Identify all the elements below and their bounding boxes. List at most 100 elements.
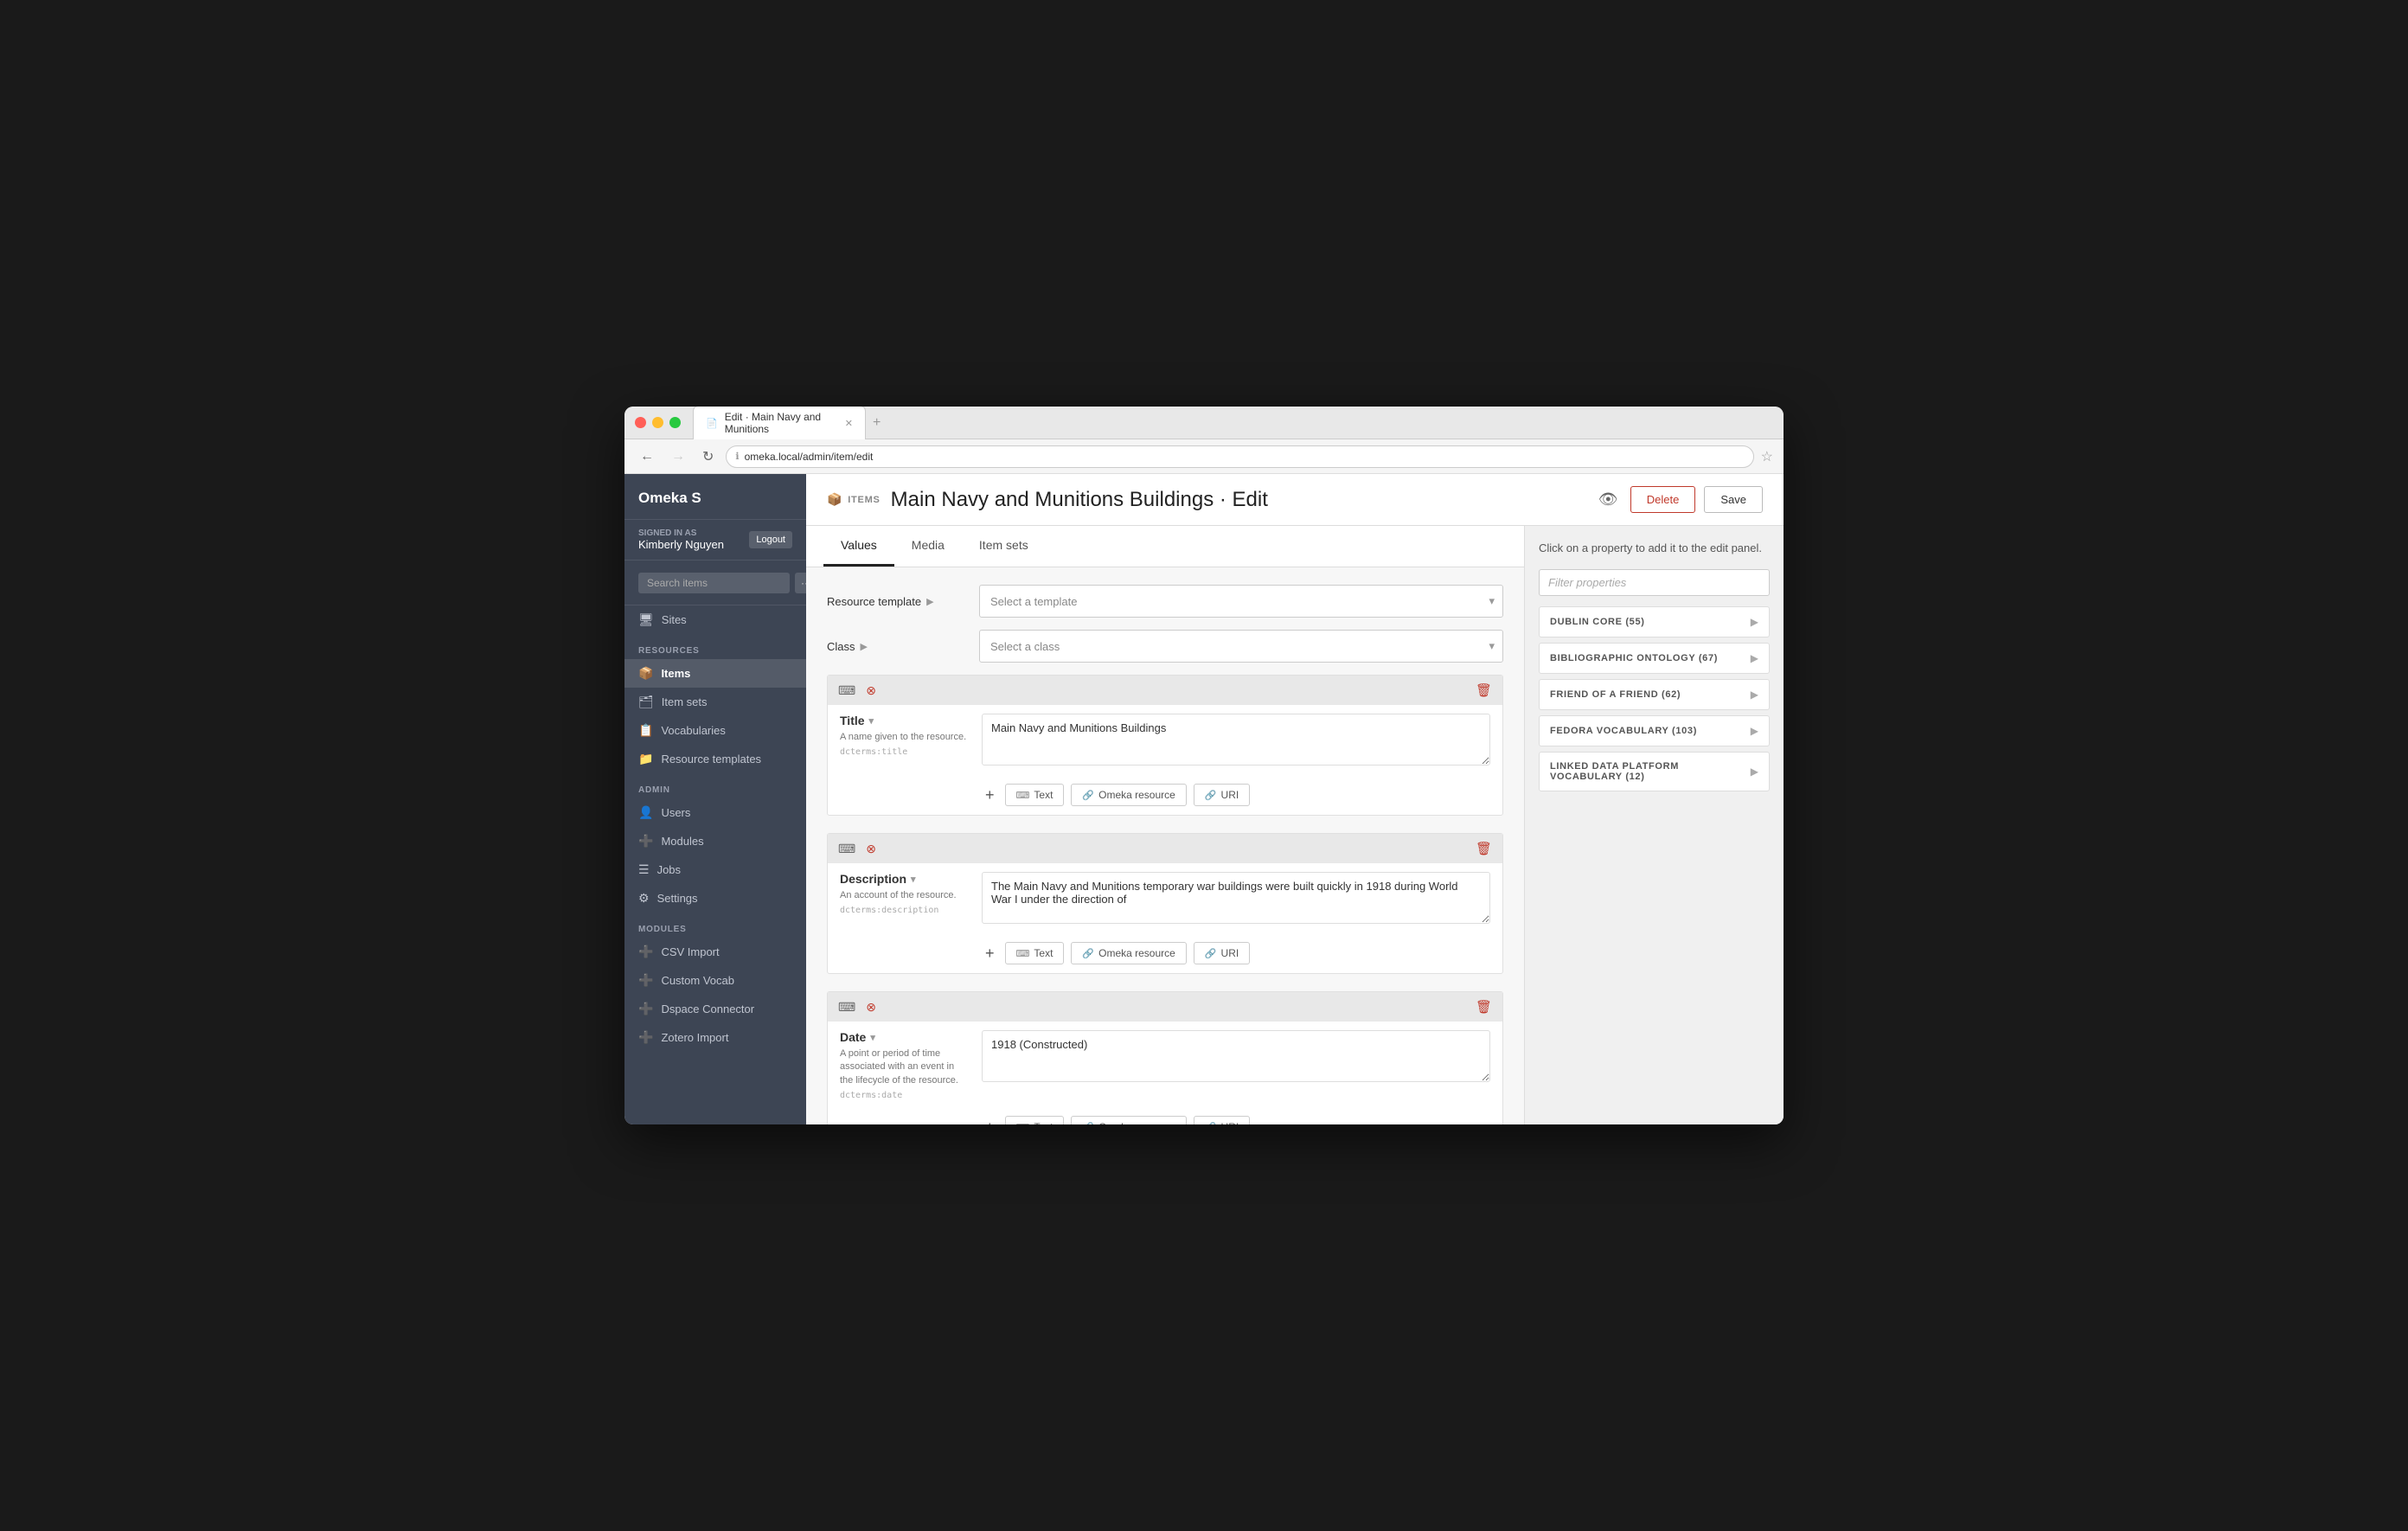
modules-icon: ➕ <box>638 834 653 849</box>
property-content-2: Date ▾ A point or period of time associa… <box>828 1022 1502 1109</box>
property-add-omeka-1[interactable]: 🔗 Omeka resource <box>1071 942 1186 964</box>
modules-section-label: MODULES <box>624 913 806 938</box>
sidebar-item-zotero-label: Zotero Import <box>661 1031 728 1044</box>
property-name-2: Date ▾ <box>840 1030 970 1044</box>
minimize-button[interactable] <box>652 417 663 428</box>
sidebar-item-sites[interactable]: 🖥 Sites <box>624 605 806 634</box>
property-private-icon-2[interactable]: ⊗ <box>864 998 878 1016</box>
sidebar-item-modules[interactable]: ➕ Modules <box>624 827 806 855</box>
tab-values[interactable]: Values <box>823 526 894 567</box>
sidebar-item-dspace[interactable]: ➕ Dspace Connector <box>624 995 806 1023</box>
property-keyboard-icon-1[interactable]: ⌨ <box>836 840 857 858</box>
property-add-uri-1[interactable]: 🔗 URI <box>1194 942 1250 964</box>
property-add-text-2[interactable]: ⌨ Text <box>1005 1116 1065 1124</box>
property-content-1: Description ▾ An account of the resource… <box>828 863 1502 935</box>
logout-button[interactable]: Logout <box>749 531 792 548</box>
page-header-actions: 👁 Delete Save <box>1595 486 1763 513</box>
property-name-arrow-icon-1: ▾ <box>911 874 916 885</box>
sidebar-item-jobs[interactable]: ☰ Jobs <box>624 855 806 884</box>
resource-template-arrow-icon: ▶ <box>926 596 933 607</box>
property-meta-0: Title ▾ A name given to the resource. dc… <box>840 714 970 757</box>
back-button[interactable]: ← <box>635 445 659 468</box>
close-button[interactable] <box>635 417 646 428</box>
sidebar-item-resource-templates-label: Resource templates <box>661 753 761 766</box>
search-options-button[interactable]: ··· <box>795 573 806 593</box>
ontology-item-2[interactable]: FRIEND OF A FRIEND (62) ▶ <box>1539 679 1770 710</box>
item-sets-icon: 🗂 <box>638 695 654 709</box>
property-delete-icon-2[interactable]: 🗑 <box>1474 997 1494 1016</box>
titlebar: 📄 Edit · Main Navy and Munitions ✕ + <box>624 407 1784 439</box>
ontology-item-3[interactable]: FEDORA VOCABULARY (103) ▶ <box>1539 715 1770 746</box>
delete-button[interactable]: Delete <box>1630 486 1696 513</box>
property-textarea-2[interactable]: 1918 (Constructed) <box>982 1030 1490 1082</box>
uri-icon-0: 🔗 <box>1205 790 1217 801</box>
browser-tab-bar: 📄 Edit · Main Navy and Munitions ✕ + <box>693 407 1773 439</box>
property-add-omeka-2[interactable]: 🔗 Omeka resource <box>1071 1116 1186 1124</box>
property-add-omeka-0[interactable]: 🔗 Omeka resource <box>1071 784 1186 806</box>
address-text: omeka.local/admin/item/edit <box>745 451 874 463</box>
ontology-item-0[interactable]: DUBLIN CORE (55) ▶ <box>1539 606 1770 637</box>
class-label: Class ▶ <box>827 640 965 653</box>
sidebar-item-users[interactable]: 👤 Users <box>624 798 806 827</box>
property-value-area-1: The Main Navy and Munitions temporary wa… <box>982 872 1490 926</box>
sidebar-item-resource-templates[interactable]: 📁 Resource templates <box>624 745 806 773</box>
sidebar-item-item-sets[interactable]: 🗂 Item sets <box>624 688 806 716</box>
ontology-label-2: FRIEND OF A FRIEND (62) <box>1550 689 1681 700</box>
fullscreen-button[interactable] <box>669 417 681 428</box>
resource-template-select[interactable]: Select a template <box>979 585 1503 618</box>
resource-templates-icon: 📁 <box>638 752 653 766</box>
property-textarea-0[interactable]: Main Navy and Munitions Buildings <box>982 714 1490 766</box>
sidebar-item-zotero[interactable]: ➕ Zotero Import <box>624 1023 806 1052</box>
property-add-row-2: + ⌨ Text 🔗 Omeka resource 🔗 URI <box>828 1109 1502 1124</box>
property-add-text-1[interactable]: ⌨ Text <box>1005 942 1065 964</box>
tab-item-sets[interactable]: Item sets <box>962 526 1046 567</box>
property-textarea-1[interactable]: The Main Navy and Munitions temporary wa… <box>982 872 1490 924</box>
property-add-uri-0[interactable]: 🔗 URI <box>1194 784 1250 806</box>
forward-button[interactable]: → <box>666 445 690 468</box>
ontology-item-4[interactable]: LINKED DATA PLATFORM VOCABULARY (12) ▶ <box>1539 752 1770 791</box>
property-description-2: A point or period of time associated wit… <box>840 1047 970 1087</box>
save-button[interactable]: Save <box>1704 486 1763 513</box>
ontology-label-3: FEDORA VOCABULARY (103) <box>1550 726 1697 736</box>
property-add-uri-2[interactable]: 🔗 URI <box>1194 1116 1250 1124</box>
sidebar-item-items[interactable]: 📦 Items <box>624 659 806 688</box>
property-add-text-0[interactable]: ⌨ Text <box>1005 784 1065 806</box>
tab-close-icon[interactable]: ✕ <box>845 418 853 429</box>
property-private-icon-0[interactable]: ⊗ <box>864 682 878 700</box>
property-keyboard-icon-2[interactable]: ⌨ <box>836 998 857 1016</box>
app-body: Omeka S SIGNED IN AS Kimberly Nguyen Log… <box>624 474 1784 1124</box>
property-term-0: dcterms:title <box>840 747 970 757</box>
bookmark-button[interactable]: ☆ <box>1761 448 1773 465</box>
property-delete-icon-0[interactable]: 🗑 <box>1474 681 1494 700</box>
property-keyboard-icon-0[interactable]: ⌨ <box>836 682 857 700</box>
property-add-button-1[interactable]: + <box>982 945 998 963</box>
property-value-area-0: Main Navy and Munitions Buildings <box>982 714 1490 768</box>
search-input[interactable] <box>638 573 790 593</box>
ontology-label-0: DUBLIN CORE (55) <box>1550 617 1645 627</box>
property-private-icon-1[interactable]: ⊗ <box>864 840 878 858</box>
content-area: Values Media Item sets Resource template… <box>806 526 1784 1124</box>
class-select[interactable]: Select a class <box>979 630 1503 663</box>
sidebar-item-csv-import[interactable]: ➕ CSV Import <box>624 938 806 966</box>
sidebar-item-vocabularies[interactable]: 📋 Vocabularies <box>624 716 806 745</box>
browser-tab[interactable]: 📄 Edit · Main Navy and Munitions ✕ <box>693 407 866 439</box>
reload-button[interactable]: ↻ <box>697 445 719 469</box>
view-button[interactable]: 👁 <box>1595 487 1622 512</box>
user-name: Kimberly Nguyen <box>638 538 724 551</box>
property-delete-icon-1[interactable]: 🗑 <box>1474 839 1494 858</box>
sidebar-item-settings[interactable]: ⚙ Settings <box>624 884 806 913</box>
ontology-arrow-icon-0: ▶ <box>1751 616 1758 628</box>
resource-template-label: Resource template ▶ <box>827 595 965 608</box>
new-tab-button[interactable]: + <box>866 411 887 435</box>
signed-in-label: SIGNED IN AS <box>638 528 724 538</box>
csv-icon: ➕ <box>638 945 653 959</box>
property-add-button-0[interactable]: + <box>982 786 998 804</box>
address-bar[interactable]: ℹ omeka.local/admin/item/edit <box>726 445 1753 468</box>
filter-properties-input[interactable] <box>1539 569 1770 596</box>
sidebar-item-custom-vocab[interactable]: ➕ Custom Vocab <box>624 966 806 995</box>
ontology-item-1[interactable]: BIBLIOGRAPHIC ONTOLOGY (67) ▶ <box>1539 643 1770 674</box>
browser-toolbar: ← → ↻ ℹ omeka.local/admin/item/edit ☆ <box>624 439 1784 474</box>
property-term-2: dcterms:date <box>840 1091 970 1100</box>
tab-media[interactable]: Media <box>894 526 962 567</box>
property-add-button-2[interactable]: + <box>982 1118 998 1124</box>
